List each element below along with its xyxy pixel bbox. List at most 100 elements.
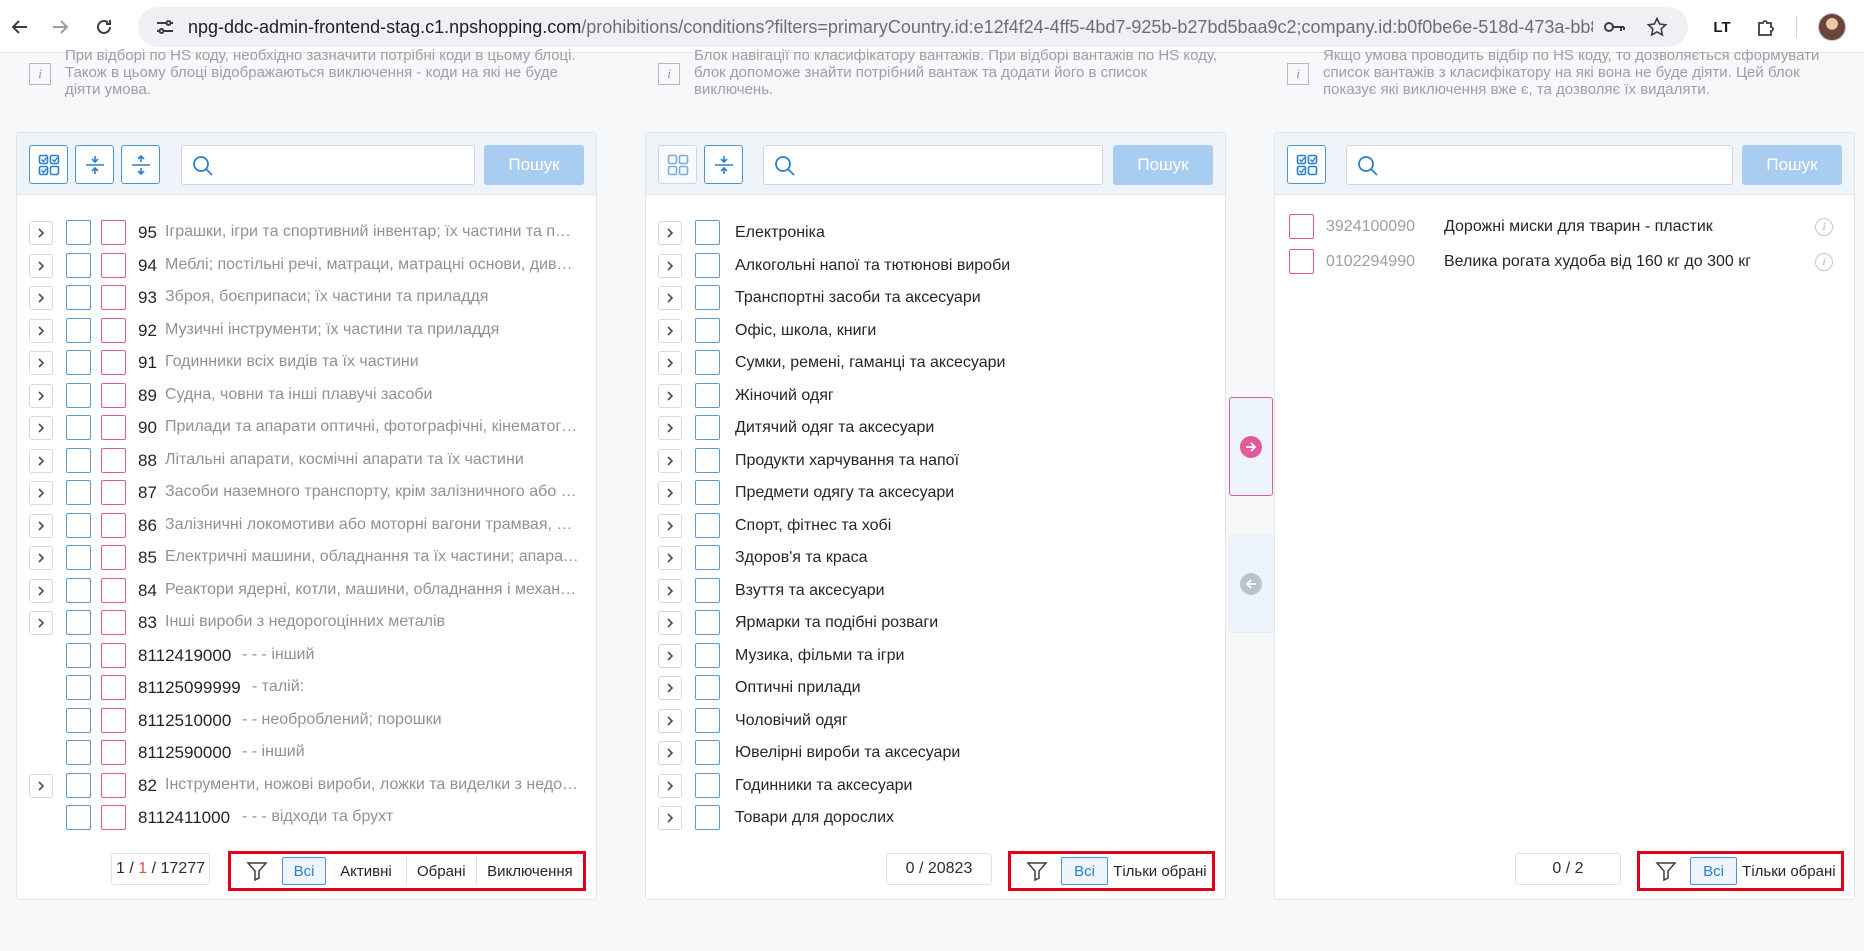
select-checkbox[interactable] <box>66 512 91 538</box>
exclude-checkbox[interactable] <box>101 415 126 440</box>
exclude-checkbox[interactable] <box>101 252 126 278</box>
info-icon[interactable]: i <box>1815 253 1833 271</box>
select-checkbox[interactable] <box>66 317 91 343</box>
exclude-checkbox[interactable] <box>101 642 126 668</box>
forward-icon[interactable] <box>40 7 80 47</box>
chevron-right-icon[interactable] <box>658 643 682 668</box>
chevron-right-icon[interactable] <box>658 221 682 245</box>
exclude-checkbox[interactable] <box>101 675 126 700</box>
exclude-checkbox[interactable] <box>101 610 126 635</box>
chevron-right-icon[interactable] <box>29 318 53 343</box>
chevron-right-icon[interactable] <box>29 773 53 798</box>
collapse-all-button[interactable] <box>75 145 114 184</box>
chevron-right-icon[interactable] <box>658 546 682 570</box>
select-checkbox[interactable] <box>66 610 91 635</box>
select-checkbox[interactable] <box>66 577 91 603</box>
select-all-button[interactable] <box>29 145 68 184</box>
exclude-checkbox[interactable] <box>101 772 126 798</box>
chevron-right-icon[interactable] <box>29 448 53 473</box>
filter-only-selected-button[interactable]: Тільки обрані <box>1108 857 1212 885</box>
filter-all-button[interactable]: Всі <box>281 857 327 885</box>
select-checkbox[interactable] <box>66 740 91 765</box>
chevron-right-icon[interactable] <box>658 611 682 635</box>
select-checkbox[interactable] <box>695 220 720 245</box>
search-field[interactable] <box>1346 145 1733 185</box>
remove-from-exclusions-button[interactable] <box>1229 534 1273 633</box>
chevron-right-icon[interactable] <box>658 513 682 538</box>
chevron-right-icon[interactable] <box>658 741 682 765</box>
chevron-right-icon[interactable] <box>658 773 682 798</box>
add-to-exclusions-button[interactable] <box>1229 397 1273 496</box>
chevron-right-icon[interactable] <box>658 676 682 700</box>
chevron-right-icon[interactable] <box>29 253 53 278</box>
exclude-checkbox[interactable] <box>101 512 126 538</box>
search-button[interactable]: Пошук <box>484 145 584 185</box>
search-field[interactable] <box>763 145 1103 185</box>
select-checkbox[interactable] <box>695 512 720 538</box>
chevron-right-icon[interactable] <box>658 351 682 375</box>
select-checkbox[interactable] <box>695 447 720 473</box>
expand-all-button[interactable] <box>121 145 160 184</box>
filter-all-button[interactable]: Всі <box>1061 857 1108 885</box>
exclude-checkbox[interactable] <box>101 350 126 375</box>
chevron-right-icon[interactable] <box>658 416 682 440</box>
exclude-checkbox[interactable] <box>1289 214 1314 239</box>
chevron-right-icon[interactable] <box>658 318 682 343</box>
select-checkbox[interactable] <box>695 577 720 603</box>
search-input[interactable] <box>1347 146 1732 184</box>
select-checkbox[interactable] <box>695 350 720 375</box>
chevron-right-icon[interactable] <box>658 383 682 408</box>
select-checkbox[interactable] <box>695 772 720 798</box>
exclude-checkbox[interactable] <box>1289 249 1314 274</box>
exclude-checkbox[interactable] <box>101 740 126 765</box>
select-checkbox[interactable] <box>695 545 720 570</box>
extensions-puzzle-icon[interactable] <box>1752 13 1780 41</box>
select-checkbox[interactable] <box>66 642 91 668</box>
select-checkbox[interactable] <box>695 480 720 505</box>
filter-active-button[interactable]: Активні <box>326 857 405 885</box>
select-checkbox[interactable] <box>695 285 720 310</box>
address-bar[interactable]: npg-ddc-admin-frontend-stag.c1.npshoppin… <box>138 7 1688 47</box>
select-checkbox[interactable] <box>695 805 720 830</box>
select-checkbox[interactable] <box>66 220 91 245</box>
filter-exclusions-button[interactable]: Виключення <box>475 857 583 885</box>
filter-all-button[interactable]: Всі <box>1690 857 1737 885</box>
chevron-right-icon[interactable] <box>29 546 53 570</box>
filter-only-selected-button[interactable]: Тільки обрані <box>1737 857 1841 885</box>
chevron-right-icon[interactable] <box>658 806 682 830</box>
select-checkbox[interactable] <box>66 772 91 798</box>
filter-selected-button[interactable]: Обрані <box>405 857 476 885</box>
select-all-button[interactable] <box>1287 145 1326 184</box>
back-icon[interactable] <box>0 7 40 47</box>
select-checkbox[interactable] <box>66 447 91 473</box>
exclude-checkbox[interactable] <box>101 707 126 733</box>
select-checkbox[interactable] <box>66 707 91 733</box>
chevron-right-icon[interactable] <box>29 513 53 538</box>
exclude-checkbox[interactable] <box>101 317 126 343</box>
chevron-right-icon[interactable] <box>658 286 682 310</box>
select-checkbox[interactable] <box>66 285 91 310</box>
profile-avatar[interactable] <box>1818 13 1846 41</box>
chevron-right-icon[interactable] <box>29 383 53 408</box>
chevron-right-icon[interactable] <box>658 708 682 733</box>
search-button[interactable]: Пошук <box>1113 145 1213 185</box>
select-checkbox[interactable] <box>695 252 720 278</box>
chevron-right-icon[interactable] <box>658 253 682 278</box>
search-button[interactable]: Пошук <box>1742 145 1842 185</box>
select-checkbox[interactable] <box>695 740 720 765</box>
bookmark-star-icon[interactable] <box>1646 16 1668 38</box>
exclude-checkbox[interactable] <box>101 545 126 570</box>
chevron-right-icon[interactable] <box>29 221 53 245</box>
search-input[interactable] <box>182 146 474 184</box>
exclude-checkbox[interactable] <box>101 480 126 505</box>
chevron-right-icon[interactable] <box>658 578 682 603</box>
chevron-right-icon[interactable] <box>29 416 53 440</box>
select-checkbox[interactable] <box>66 545 91 570</box>
select-checkbox[interactable] <box>66 252 91 278</box>
select-checkbox[interactable] <box>66 480 91 505</box>
select-checkbox[interactable] <box>695 415 720 440</box>
chevron-right-icon[interactable] <box>29 351 53 375</box>
exclude-checkbox[interactable] <box>101 220 126 245</box>
select-checkbox[interactable] <box>66 805 91 830</box>
select-checkbox[interactable] <box>66 382 91 408</box>
